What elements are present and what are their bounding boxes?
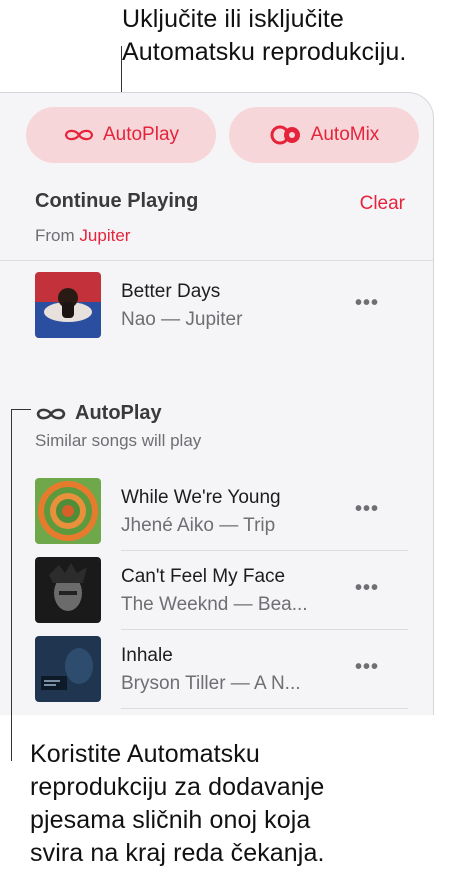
callout-top-line-2: Automatsku reprodukciju. [122,38,407,66]
more-button[interactable]: ••• [355,656,379,679]
callout-bottom-leader-vertical [11,409,12,761]
more-button[interactable]: ••• [355,577,379,600]
song-artist-album: The Weeknd — Bea... [121,594,308,615]
continue-playing-title: Continue Playing [35,190,199,212]
autoplay-section-header: AutoPlay [35,402,162,425]
from-source-link[interactable]: Jupiter [79,226,130,245]
callout-bottom-line-1: Koristite Automatsku [30,740,260,768]
album-art-inhale [35,636,101,702]
divider [121,708,408,709]
continue-playing-source: From Jupiter [35,226,130,246]
autoplay-section-subtitle: Similar songs will play [35,431,202,450]
autoplay-button-label: AutoPlay [102,124,180,145]
clear-button[interactable]: Clear [360,193,405,215]
infinity-icon [36,408,66,419]
song-artist-album: Jhené Aiko — Trip [121,515,276,536]
queue-row[interactable]: Better Days Nao — Jupiter ••• [0,272,433,340]
automix-icon [270,125,300,145]
song-title: Better Days [121,281,221,302]
more-button[interactable]: ••• [355,292,379,315]
song-title: While We're Young [121,487,281,508]
automix-button[interactable]: AutoMix [229,107,419,163]
album-art-cant-feel-my-face [35,557,101,623]
more-button[interactable]: ••• [355,498,379,521]
divider [121,629,408,630]
autoplay-row[interactable]: While We're Young Jhené Aiko — Trip ••• [0,478,433,546]
song-artist-album: Bryson Tiller — A N... [121,673,301,694]
callout-bottom-line-4: svira na kraj reda čekanja. [30,839,325,867]
autoplay-row[interactable]: Inhale Bryson Tiller — A N... ••• [0,636,433,704]
album-art-better-days [35,272,101,338]
divider [0,260,433,261]
callout-bottom-line-3: pjesama sličnih onoj koja [30,806,311,834]
callout-autoplay-description: Koristite Automatsku reprodukciju za dod… [30,738,470,870]
divider [121,550,408,551]
callout-autoplay-toggle: Uključite ili isključite Automatsku repr… [122,3,472,69]
autoplay-button[interactable]: AutoPlay [26,107,216,163]
automix-button-label: AutoMix [310,124,380,145]
song-artist-album: Nao — Jupiter [121,309,243,330]
callout-bottom-line-2: reprodukciju za dodavanje [30,773,325,801]
album-art-while-were-young [35,478,101,544]
from-prefix: From [35,226,75,245]
infinity-icon [64,129,94,141]
song-title: Can't Feel My Face [121,566,286,587]
callout-top-line-1: Uključite ili isključite [122,5,344,33]
autoplay-row[interactable]: Can't Feel My Face The Weeknd — Bea... •… [0,557,433,625]
song-title: Inhale [121,645,173,666]
callout-bottom-leader-horizontal [11,409,31,410]
autoplay-section-title: AutoPlay [75,402,162,424]
up-next-panel: AutoPlay AutoMix Continue Playing Clear … [0,92,434,715]
